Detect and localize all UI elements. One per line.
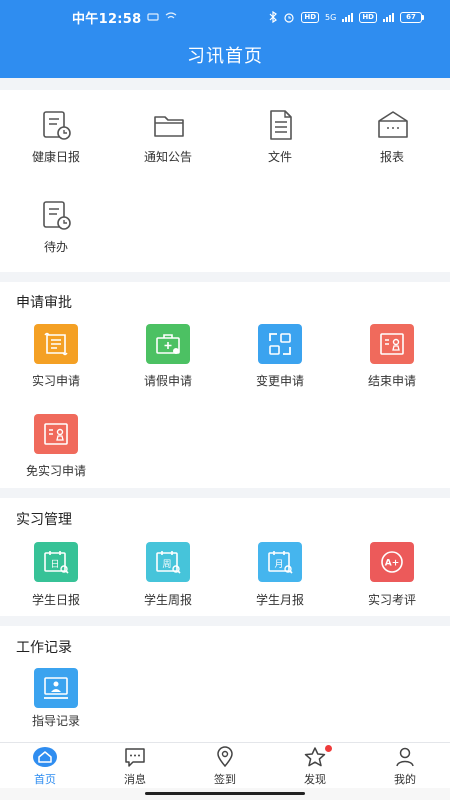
signal-icon-2	[383, 12, 394, 22]
svg-text:周: 周	[162, 559, 171, 570]
document-icon	[270, 110, 292, 140]
home-icon	[33, 747, 57, 767]
calendar-week-icon: 周	[156, 551, 181, 574]
hd-badge: HD	[301, 11, 320, 23]
student-daily-button[interactable]: 日 学生日报	[0, 540, 112, 612]
leave-apply-button[interactable]: 请假申请	[112, 322, 224, 404]
switch-icon	[269, 333, 291, 355]
svg-text:月: 月	[274, 559, 283, 570]
gesture-area	[0, 788, 450, 800]
manage-section: 实习管理 日 学生日报 周 学生周报 月 学生月报 A+ 实习考评	[0, 498, 450, 616]
todo-button[interactable]: 待办	[0, 180, 112, 270]
tab-checkin[interactable]: 签到	[180, 743, 270, 788]
health-report-icon	[43, 111, 71, 140]
calendar-search-icon: 日	[44, 551, 69, 574]
svg-text:日: 日	[50, 559, 59, 570]
grade-icon: A+	[381, 551, 403, 573]
status-bar: 中午12:58 HD 5G HD 67	[0, 0, 450, 34]
bluetooth-icon	[269, 11, 278, 23]
signal-icon	[342, 12, 354, 22]
battery-icon: 67	[400, 11, 424, 23]
internship-evaluation-button[interactable]: A+ 实习考评	[336, 540, 448, 612]
star-icon	[304, 747, 326, 767]
hd-badge-2: HD	[359, 11, 377, 23]
folder-icon	[154, 116, 184, 137]
reports-button[interactable]: 报表	[336, 90, 448, 180]
tab-discover[interactable]: 发现	[270, 743, 360, 788]
cast-icon	[166, 12, 177, 19]
notification-icon	[147, 13, 160, 21]
calendar-month-icon: 月	[268, 551, 293, 574]
files-button[interactable]: 文件	[224, 90, 336, 180]
student-weekly-button[interactable]: 周 学生周报	[112, 540, 224, 612]
stamp-doc-icon	[380, 333, 404, 355]
section-title-apply: 申请审批	[16, 295, 72, 311]
svg-text:A+: A+	[385, 559, 400, 569]
page-title: 习讯首页	[187, 46, 263, 67]
change-apply-button[interactable]: 变更申请	[224, 322, 336, 404]
guidance-record-button[interactable]: 指导记录	[0, 668, 112, 740]
status-time: 中午12:58	[72, 11, 142, 27]
todo-icon	[43, 201, 71, 230]
apply-section: 申请审批 实习申请 请假申请 变更申请 结束申请 免实习申请	[0, 282, 450, 488]
home-indicator[interactable]	[145, 792, 305, 795]
tab-home[interactable]: 首页	[0, 743, 90, 788]
alarm-icon	[284, 13, 294, 23]
notice-button[interactable]: 通知公告	[112, 90, 224, 180]
stamp-doc-icon-2	[44, 423, 68, 445]
report-box-icon	[378, 111, 408, 138]
exempt-apply-button[interactable]: 免实习申请	[0, 412, 112, 494]
app-header: 中午12:58 HD 5G HD 67 习讯首页	[0, 0, 450, 78]
network-type: 5G	[325, 12, 337, 22]
teaching-board-icon	[44, 677, 68, 699]
end-apply-button[interactable]: 结束申请	[336, 322, 448, 404]
user-icon	[396, 747, 414, 767]
health-daily-button[interactable]: 健康日报	[0, 90, 112, 180]
tab-messages[interactable]: 消息	[90, 743, 180, 788]
bottom-tab-bar: 首页 消息 签到 发现 我的	[0, 742, 450, 788]
scroll-icon	[44, 332, 68, 356]
student-monthly-button[interactable]: 月 学生月报	[224, 540, 336, 612]
location-pin-icon	[217, 746, 233, 768]
tab-mine[interactable]: 我的	[360, 743, 450, 788]
discover-badge-dot	[325, 745, 332, 752]
message-icon	[125, 748, 145, 767]
records-section: 工作记录 指导记录	[0, 626, 450, 742]
section-title-manage: 实习管理	[16, 512, 72, 528]
section-title-records: 工作记录	[16, 640, 72, 656]
internship-apply-button[interactable]: 实习申请	[0, 322, 112, 404]
quick-section: 健康日报 通知公告 文件 报表 待办	[0, 90, 450, 272]
medical-kit-icon	[156, 334, 180, 354]
